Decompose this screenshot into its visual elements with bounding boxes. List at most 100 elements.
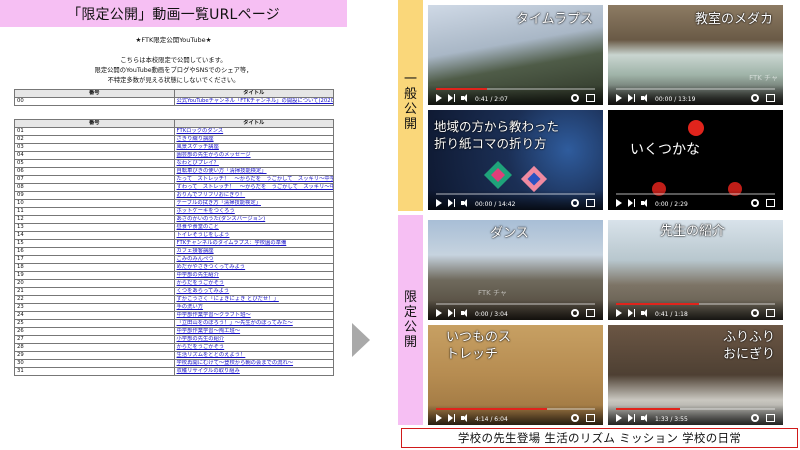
fullscreen-icon[interactable]	[586, 199, 595, 207]
volume-icon[interactable]	[461, 309, 469, 317]
video-title-link[interactable]: めだかやさきつくってみよう	[173, 263, 334, 272]
video-title-link[interactable]: こみのみんぺつ	[173, 255, 334, 264]
play-icon[interactable]	[616, 309, 622, 317]
video-title-link[interactable]: 手の洗い方	[173, 303, 334, 312]
next-icon[interactable]	[628, 94, 635, 102]
fullscreen-icon[interactable]	[766, 414, 775, 422]
progress-bar[interactable]	[436, 303, 595, 305]
fullscreen-icon[interactable]	[766, 94, 775, 102]
video-title-link[interactable]: さきり織り講座	[173, 135, 334, 144]
video-player-timelapse[interactable]: タイムラプス 0:41 / 2:07	[428, 5, 603, 105]
play-icon[interactable]	[436, 414, 442, 422]
video-player-onigiri[interactable]: ふりふりおにぎり 1:33 / 3:55	[608, 325, 783, 425]
progress-bar[interactable]	[616, 408, 775, 410]
video-title-link[interactable]: 学校再開にむけて～登校から朝の会までの流れ～	[173, 359, 334, 368]
volume-icon[interactable]	[461, 414, 469, 422]
next-icon[interactable]	[448, 94, 455, 102]
next-icon[interactable]	[628, 309, 635, 317]
progress-bar[interactable]	[436, 88, 595, 90]
gear-icon[interactable]	[751, 309, 759, 317]
fullscreen-icon[interactable]	[586, 94, 595, 102]
video-number: 19	[14, 271, 175, 280]
volume-icon[interactable]	[461, 199, 469, 207]
next-icon[interactable]	[628, 199, 635, 207]
gear-icon[interactable]	[751, 94, 759, 102]
video-number: 20	[14, 279, 175, 288]
video-title-link[interactable]: たって ストレッチ！ ～からだを うごかして スッキリ～中学部の先生担当版！	[173, 175, 334, 184]
video-title-link[interactable]: からだをうごかそう	[173, 279, 334, 288]
gear-icon[interactable]	[571, 94, 579, 102]
video-player-medaka[interactable]: 教室のメダカ FTK チャ 00:00 / 13:19	[608, 5, 783, 105]
gear-icon[interactable]	[571, 414, 579, 422]
progress-bar[interactable]	[436, 408, 595, 410]
video-title-link[interactable]: なわとびプレイ？	[173, 159, 334, 168]
progress-bar[interactable]	[616, 303, 775, 305]
video-player-dance[interactable]: ダンス FTK チャ 0:00 / 3:04	[428, 220, 603, 320]
video-title-link[interactable]: 園芸部の先生からのメッセージ	[173, 151, 334, 160]
table-row: 30 学校再開にむけて～登校から朝の会までの流れ～	[14, 359, 334, 368]
next-icon[interactable]	[448, 414, 455, 422]
video-title-link[interactable]: 小学部の先生の紹介	[173, 335, 334, 344]
video-player-counting[interactable]: いくつかな 0:00 / 2:29	[608, 110, 783, 210]
video-caption: ダンス	[490, 226, 529, 241]
progress-bar[interactable]	[616, 88, 775, 90]
video-title-link[interactable]: からだをうごかそう	[173, 343, 334, 352]
gear-icon[interactable]	[571, 309, 579, 317]
video-controls: 4:14 / 6:04	[428, 405, 603, 425]
play-icon[interactable]	[616, 199, 622, 207]
video-title-link[interactable]: くつをあらってみよう	[173, 287, 334, 296]
volume-icon[interactable]	[461, 94, 469, 102]
table-row: 11 ホットケーキをつくろう	[14, 207, 334, 216]
video-player-teacher-intro[interactable]: 先生の紹介 0:41 / 1:18	[608, 220, 783, 320]
video-title-link[interactable]: ホットケーキをつくろう	[173, 207, 334, 216]
video-title-link[interactable]: すわって ストレッチ！ ～からだを うごかして スッキリ～中学部の先生担当版！	[173, 183, 334, 192]
video-number: 18	[14, 263, 175, 272]
play-icon[interactable]	[616, 414, 622, 422]
video-title-link[interactable]: 収穫リサイクルの取り組み	[173, 367, 334, 376]
volume-icon[interactable]	[641, 199, 649, 207]
video-title-link[interactable]: 中学部の先生紹介	[173, 271, 334, 280]
volume-icon[interactable]	[641, 94, 649, 102]
video-title-link[interactable]: トイレそうじをしよう	[173, 231, 334, 240]
video-title-link[interactable]: カフェ接客講座	[173, 247, 334, 256]
video-title-link[interactable]: 自転車びきの使い方「清掃技能検定」	[173, 167, 334, 176]
gear-icon[interactable]	[751, 414, 759, 422]
video-title-link[interactable]: FTKロックのダンス	[173, 127, 334, 136]
fullscreen-icon[interactable]	[766, 199, 775, 207]
fullscreen-icon[interactable]	[586, 309, 595, 317]
video-title-link[interactable]: 「立田山をのぼろう！」～先生がのぼってみた～	[173, 319, 334, 328]
gear-icon[interactable]	[751, 199, 759, 207]
video-controls: 1:33 / 3:55	[608, 405, 783, 425]
play-icon[interactable]	[616, 94, 622, 102]
video-title-link[interactable]: 風景スケッチ講座	[173, 143, 334, 152]
video-title-link[interactable]: FTKチャンネルのタイムラプス：学校園の準備	[173, 239, 334, 248]
video-title-link[interactable]: あさのかいのうた(ダンスバージョン)	[173, 215, 334, 224]
progress-bar[interactable]	[616, 193, 775, 195]
video-title-link[interactable]: 中学部作業学習～陶工班～	[173, 327, 334, 336]
video-player-stretch[interactable]: いつものストレッチ 4:14 / 6:04	[428, 325, 603, 425]
video-title-link[interactable]: 公式YouTubeチャンネル「FTKチャンネル」の開設について(2020年4月2…	[173, 97, 334, 106]
video-title-link[interactable]: テーブルの拭き方「清掃技能検定」	[173, 199, 334, 208]
video-title-link[interactable]: 生活リズムをととのえよう！	[173, 351, 334, 360]
play-icon[interactable]	[436, 309, 442, 317]
play-icon[interactable]	[436, 94, 442, 102]
volume-icon[interactable]	[641, 309, 649, 317]
fullscreen-icon[interactable]	[766, 309, 775, 317]
next-icon[interactable]	[448, 199, 455, 207]
gear-icon[interactable]	[571, 199, 579, 207]
play-icon[interactable]	[436, 199, 442, 207]
video-title-link[interactable]: 昼食や食堂のこと	[173, 223, 334, 232]
video-title-link[interactable]: ずかこうさく「にょきにょき とびだせ！」	[173, 295, 334, 304]
progress-bar[interactable]	[436, 193, 595, 195]
fullscreen-icon[interactable]	[586, 414, 595, 422]
video-number: 21	[14, 287, 175, 296]
video-number: 23	[14, 303, 175, 312]
video-number: 28	[14, 343, 175, 352]
video-title-link[interactable]: 中学部作業学習～クラフト班～	[173, 311, 334, 320]
volume-icon[interactable]	[641, 414, 649, 422]
video-title-link[interactable]: おりんでフリフリおにぎり！	[173, 191, 334, 200]
video-number: 06	[14, 167, 175, 176]
next-icon[interactable]	[448, 309, 455, 317]
next-icon[interactable]	[628, 414, 635, 422]
video-player-origami[interactable]: 地域の方から教わった折り紙コマの折り方 00:00 / 14:42	[428, 110, 603, 210]
